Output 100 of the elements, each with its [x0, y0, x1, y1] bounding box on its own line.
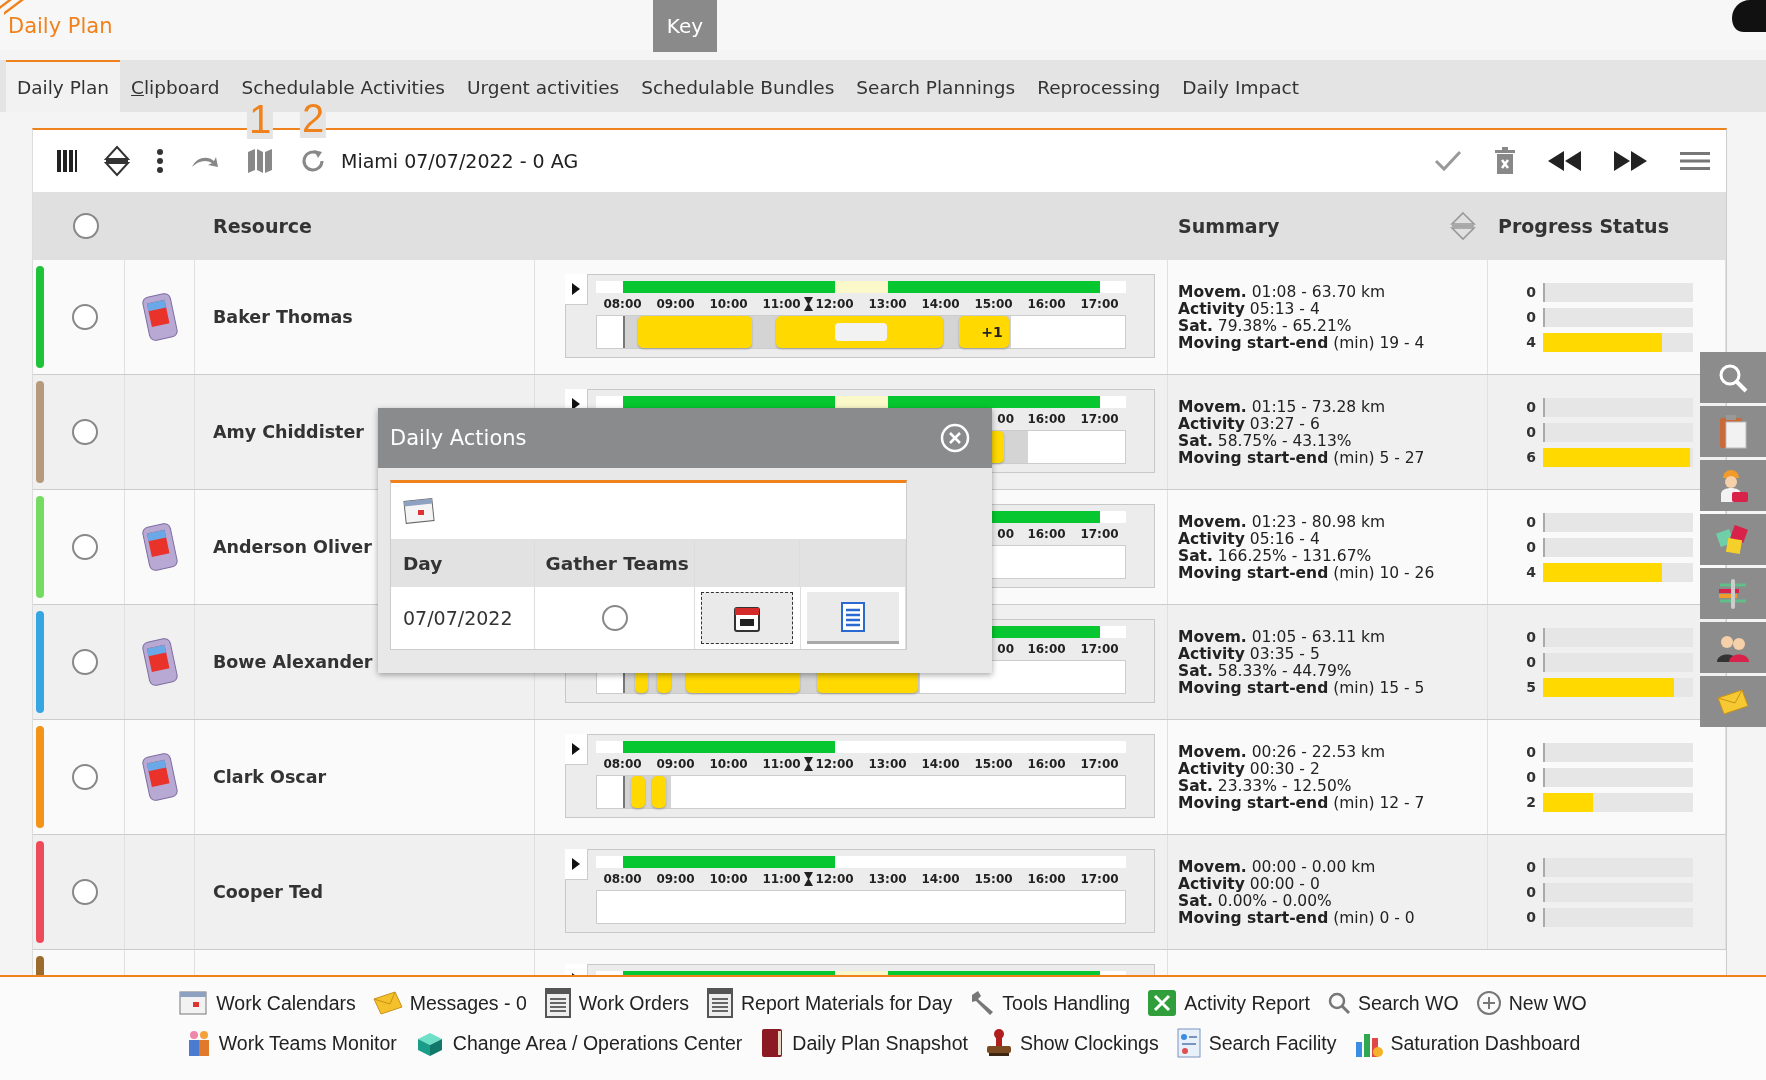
footer-action[interactable]: Show Clockings — [984, 1028, 1159, 1058]
hour-label: 17:00 — [1080, 872, 1119, 886]
row-radio[interactable] — [72, 304, 98, 330]
resource-name[interactable]: Anderson Oliver — [213, 537, 372, 557]
tab[interactable]: Clipboard — [120, 60, 231, 112]
fast-forward-icon[interactable] — [1614, 151, 1648, 171]
summary-line: Sat. 58.75% - 43.13% — [1178, 433, 1353, 450]
row-radio[interactable] — [72, 649, 98, 675]
hour-label: 17:00 — [1080, 757, 1119, 771]
hour-label: 16:00 — [1027, 412, 1066, 426]
summary-line: Moving start-end (min) 0 - 0 — [1178, 910, 1416, 927]
hour-label: 00 — [997, 527, 1014, 541]
close-icon[interactable] — [940, 423, 970, 453]
hour-label: 15:00 — [974, 757, 1013, 771]
summary-line: Sat. 0.00% - 0.00% — [1178, 893, 1333, 910]
footer-action[interactable]: Work Calendars — [179, 989, 356, 1017]
footer-action[interactable]: Activity Report — [1147, 989, 1310, 1017]
hour-label: 17:00 — [1080, 412, 1119, 426]
footer-action[interactable]: New WO — [1475, 990, 1587, 1016]
expand-icon[interactable] — [565, 849, 588, 880]
day-cell: 07/07/2022 — [403, 607, 513, 629]
hour-label: 13:00 — [868, 757, 907, 771]
summary-line: Activity 00:30 - 2 — [1178, 761, 1321, 778]
columns-icon[interactable] — [56, 149, 78, 173]
hour-label: 14:00 — [921, 872, 960, 886]
summary-line: Moving start-end (min) 12 - 7 — [1178, 795, 1426, 812]
tab[interactable]: Search Plannings — [845, 60, 1027, 112]
clipboard-button[interactable] — [1700, 406, 1766, 457]
column-header: Gather Teams — [535, 539, 695, 587]
puzzle-icon — [1715, 522, 1751, 557]
column-header: Resource — [213, 215, 312, 237]
envelope-icon — [1716, 687, 1750, 716]
row-radio[interactable] — [72, 534, 98, 560]
footer-action[interactable]: Work Orders — [543, 988, 689, 1018]
footer-action[interactable]: Saturation Dashboard — [1353, 1028, 1581, 1058]
row-radio[interactable] — [72, 764, 98, 790]
list-icon — [838, 600, 867, 633]
hour-label: 09:00 — [656, 757, 695, 771]
app-title: Daily Plan — [7, 14, 114, 38]
footer-action[interactable]: Daily Plan Snapshot — [759, 1028, 968, 1058]
hour-label: 14:00 — [921, 757, 960, 771]
summary-line: Moving start-end (min) 10 - 26 — [1178, 565, 1436, 582]
sort-icon[interactable] — [104, 145, 130, 177]
progress-count: 0 — [1525, 654, 1537, 670]
footer-action[interactable]: Messages - 0 — [372, 991, 527, 1015]
more-icon[interactable] — [156, 149, 164, 173]
resource-name[interactable]: Amy Chiddister — [213, 422, 364, 442]
menu-icon[interactable] — [1680, 151, 1710, 171]
progress-count: 0 — [1525, 859, 1537, 875]
resource-name[interactable]: Cooper Ted — [213, 882, 324, 902]
expand-icon[interactable] — [565, 734, 588, 765]
summary-line: Sat. 58.33% - 44.79% — [1178, 663, 1353, 680]
footer-action[interactable]: Tools Handling — [969, 990, 1131, 1016]
summary-line: Movem. 00:00 - 0.00 km — [1178, 859, 1377, 876]
resource-name[interactable]: Bowe Alexander — [213, 652, 373, 672]
handheld-device-icon — [141, 523, 178, 571]
hour-label: 00 — [997, 412, 1014, 426]
summary-line: Movem. 01:23 - 80.98 km — [1178, 514, 1387, 531]
hour-label: 13:00 — [868, 872, 907, 886]
summary-line: Sat. 79.38% - 65.21% — [1178, 318, 1353, 335]
footer-action[interactable]: Report Materials for Day — [705, 988, 953, 1018]
row-radio[interactable] — [72, 419, 98, 445]
puzzle-button[interactable] — [1700, 514, 1766, 565]
summary-line: Sat. 166.25% - 131.67% — [1178, 548, 1373, 565]
checkmark-icon[interactable] — [1434, 150, 1462, 172]
resource-name[interactable]: Baker Thomas — [213, 307, 353, 327]
activity-block[interactable]: +1 — [958, 316, 1009, 348]
refresh-icon[interactable] — [300, 148, 326, 174]
map-icon[interactable] — [246, 147, 274, 175]
select-all-radio[interactable] — [72, 213, 99, 239]
gather-teams-radio[interactable] — [601, 605, 628, 631]
progress-count: 0 — [1525, 744, 1537, 760]
footer-action[interactable]: Change Area / Operations Center — [413, 1029, 743, 1057]
calendar-icon[interactable] — [403, 496, 437, 526]
hour-label: 08:00 — [603, 757, 642, 771]
delete-icon[interactable] — [1494, 147, 1516, 175]
tab[interactable]: Urgent activities — [455, 60, 631, 112]
resource-name[interactable]: Clark Oscar — [213, 767, 327, 787]
footer-action[interactable]: Search WO — [1326, 991, 1459, 1015]
tab[interactable]: Reprocessing — [1026, 60, 1172, 112]
worker-button[interactable] — [1700, 460, 1766, 511]
hour-label: 16:00 — [1027, 757, 1066, 771]
spreadsheet-icon — [1147, 989, 1178, 1017]
hour-label: 12:00 — [815, 757, 854, 771]
footer-action[interactable]: Search Facility — [1175, 1028, 1337, 1058]
tab[interactable]: Daily Impact — [1171, 60, 1310, 112]
tab[interactable]: Schedulable Bundles — [630, 60, 846, 112]
summary-line: Activity 00:00 - 0 — [1178, 876, 1321, 893]
list-button[interactable] — [806, 592, 899, 644]
calendar-button[interactable] — [701, 592, 794, 644]
row-radio[interactable] — [72, 879, 98, 905]
expand-icon[interactable] — [565, 274, 588, 305]
search-button[interactable] — [1700, 352, 1766, 403]
progress-count: 0 — [1525, 769, 1537, 785]
tab[interactable]: Daily Plan — [6, 60, 121, 112]
people-button[interactable] — [1700, 622, 1766, 673]
footer-action[interactable]: Work Teams Monitor — [185, 1029, 397, 1057]
rewind-icon[interactable] — [1548, 151, 1582, 171]
handheld-device-icon — [141, 293, 178, 341]
progress-count: 0 — [1525, 399, 1537, 415]
